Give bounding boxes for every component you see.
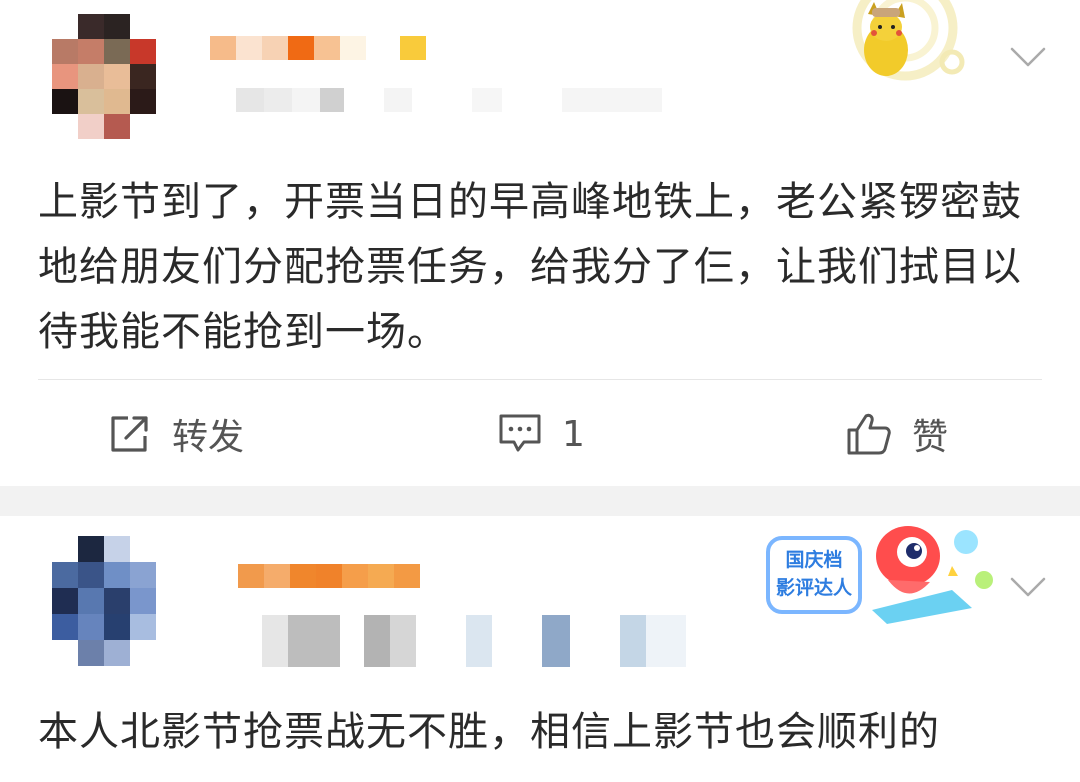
like-label: 赞 xyxy=(912,417,949,458)
post-text: 上影节到了，开票当日的早高峰地铁上，老公紧锣密鼓地给朋友们分配抢票任务，给我分了… xyxy=(38,179,1022,355)
thumbs-up-icon xyxy=(847,413,891,455)
share-square-icon xyxy=(111,416,148,452)
movie-critic-badge-icon: 国庆档 影评达人 xyxy=(762,520,1002,628)
comment-button[interactable]: 1 xyxy=(498,406,585,462)
chevron-down-icon[interactable] xyxy=(1010,46,1046,68)
username[interactable] xyxy=(238,564,420,588)
avatar[interactable] xyxy=(52,536,156,666)
avatar[interactable] xyxy=(52,14,156,139)
repost-label: 转发 xyxy=(172,417,245,458)
svg-text:影评达人: 影评达人 xyxy=(776,576,853,599)
repost-button[interactable]: 转发 xyxy=(108,406,244,462)
username[interactable] xyxy=(210,36,426,60)
comment-bubble-icon xyxy=(499,414,541,452)
post-meta xyxy=(236,88,662,112)
pikachu-badge-icon xyxy=(810,0,970,90)
post-text: 本人北影节抢票战无不胜，相信上影节也会顺利的 xyxy=(38,709,940,755)
svg-text:国庆档: 国庆档 xyxy=(785,548,842,571)
comment-count: 1 xyxy=(562,413,585,455)
like-button[interactable]: 赞 xyxy=(846,406,948,462)
chevron-down-icon[interactable] xyxy=(1010,576,1046,598)
divider xyxy=(38,379,1042,380)
post-meta xyxy=(210,615,686,667)
